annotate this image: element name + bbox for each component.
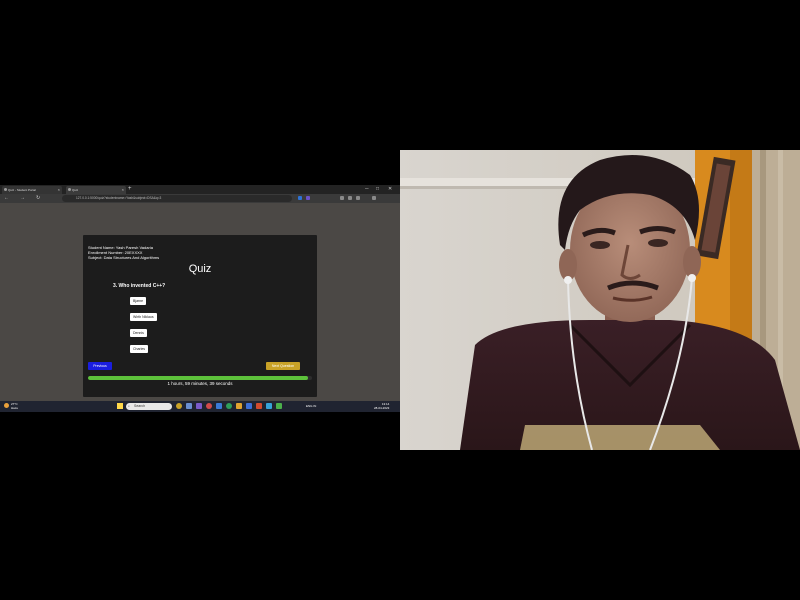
answer-option[interactable]: Bjarne	[130, 297, 147, 305]
weather-icon	[4, 403, 9, 408]
tab-label: Quiz	[72, 188, 79, 192]
screen-capture: Quiz - Student Portal × Quiz × + ─ □ ✕ ←…	[0, 185, 400, 412]
next-question-button[interactable]: Next Question	[266, 362, 300, 370]
countdown-timer: 1 hours, 59 minutes, 39 seconds	[167, 381, 233, 386]
tab-student-portal[interactable]: Quiz - Student Portal ×	[2, 186, 62, 194]
store-icon[interactable]	[246, 403, 252, 409]
extension-icon[interactable]	[306, 196, 310, 200]
tab-favicon-icon	[4, 188, 7, 191]
page-content: Student Name: Yash Paresh Vadaria Enroll…	[0, 203, 400, 401]
profile-icon[interactable]	[356, 196, 360, 200]
answer-option[interactable]: Dennis	[130, 329, 147, 337]
address-bar[interactable]: 127.0.0.1:5000/quiz?studentname=Yash&sub…	[62, 195, 292, 202]
quiz-card: Student Name: Yash Paresh Vadaria Enroll…	[83, 235, 317, 397]
office-icon[interactable]	[256, 403, 262, 409]
close-window-icon[interactable]: ✕	[388, 185, 392, 194]
teams-icon[interactable]	[196, 403, 202, 409]
back-icon[interactable]: ←	[4, 195, 9, 202]
edge-icon[interactable]	[216, 403, 222, 409]
widgets-icon[interactable]	[186, 403, 192, 409]
subject: Subject: Data Structures And Algorithms	[88, 255, 160, 260]
tab-close-icon[interactable]: ×	[122, 186, 124, 194]
search-label: Search	[134, 404, 146, 408]
progress-bar	[88, 376, 312, 380]
tab-close-icon[interactable]: ×	[58, 186, 60, 194]
clock-date: 28-04-2023	[374, 406, 390, 410]
tab-label: Quiz - Student Portal	[8, 188, 36, 192]
app-icon[interactable]	[206, 403, 212, 409]
question-text: 3. Who invented C++?	[113, 283, 166, 289]
taskbar-search[interactable]: ⌕ Search	[126, 403, 172, 410]
reload-icon[interactable]: ↻	[36, 195, 40, 202]
task-view-icon[interactable]	[176, 403, 182, 409]
file-explorer-icon[interactable]	[236, 403, 242, 409]
answer-option[interactable]: Charles	[130, 345, 149, 353]
app-icon[interactable]	[276, 403, 282, 409]
extension-icon[interactable]	[340, 196, 344, 200]
address-bar-text: 127.0.0.1:5000/quiz?studentname=Yash&sub…	[76, 196, 162, 200]
taskbar-clock[interactable]: 13:14 28-04-2023	[374, 402, 389, 410]
tab-quiz[interactable]: Quiz ×	[66, 186, 126, 194]
answer-option[interactable]: Wirth Niklaus	[130, 313, 157, 321]
webcam-feed	[400, 150, 800, 450]
menu-icon[interactable]	[372, 196, 376, 200]
webcam-image	[400, 150, 800, 450]
progress-bar-fill	[88, 376, 308, 380]
extension-icon[interactable]	[298, 196, 302, 200]
extension-icon[interactable]	[348, 196, 352, 200]
taskbar: 27°C Haze ⌕ Search ENG IN 13:14 28-04-20…	[0, 401, 400, 412]
new-tab-icon[interactable]: +	[128, 185, 132, 194]
search-icon: ⌕	[128, 404, 130, 408]
vscode-icon[interactable]	[266, 403, 272, 409]
system-tray[interactable]: ENG IN	[306, 401, 316, 412]
page-title: Quiz	[188, 263, 212, 275]
browser-tab-bar: Quiz - Student Portal × Quiz × + ─ □ ✕	[0, 185, 400, 194]
forward-icon[interactable]: →	[20, 195, 25, 202]
tab-favicon-icon	[68, 188, 71, 191]
maximize-icon[interactable]: □	[376, 185, 379, 194]
weather-desc: Haze	[11, 406, 19, 410]
minimize-icon[interactable]: ─	[365, 185, 369, 194]
weather-widget[interactable]: 27°C Haze	[4, 402, 18, 410]
browser-toolbar: ← → ↻ 127.0.0.1:5000/quiz?studentname=Ya…	[0, 194, 400, 203]
previous-button[interactable]: Previous	[88, 362, 112, 370]
chrome-icon[interactable]	[226, 403, 232, 409]
windows-start-icon[interactable]	[117, 403, 123, 409]
